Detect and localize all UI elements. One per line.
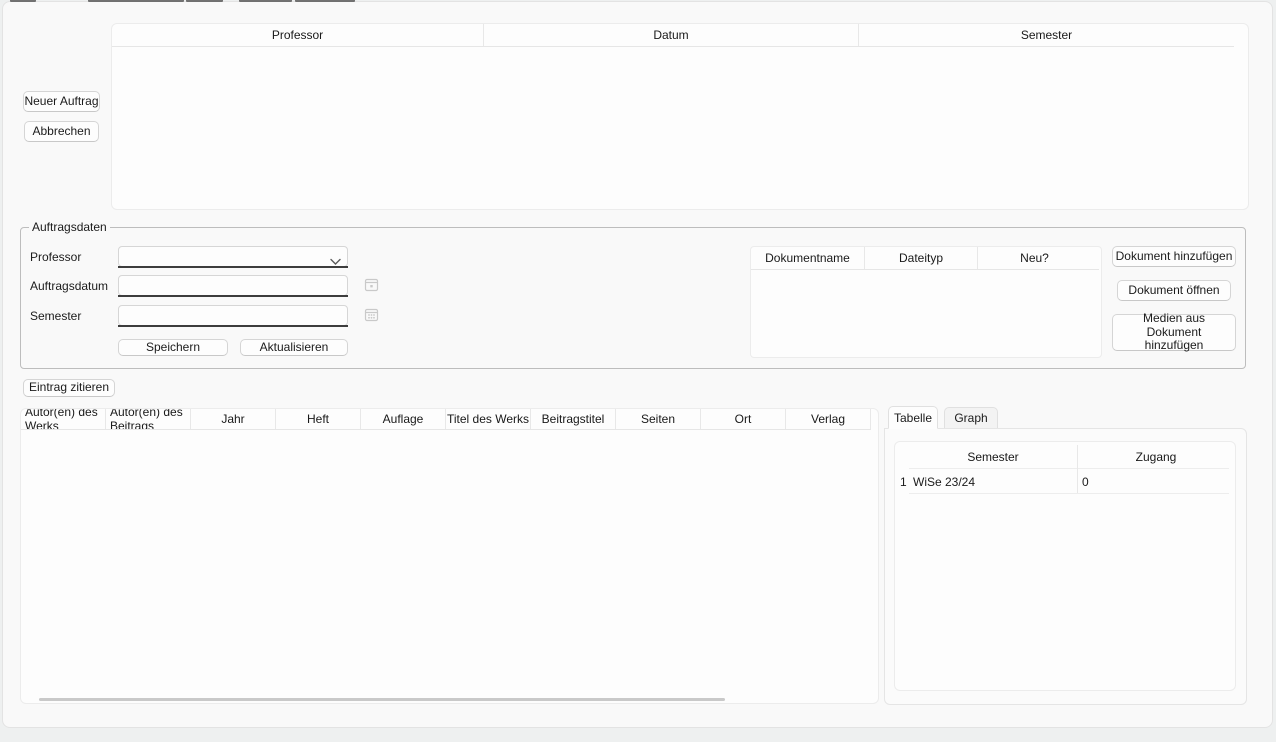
semester-stats-table[interactable]: Semester Zugang 1 WiSe 23/24 0 <box>894 441 1236 691</box>
documents-col-filetype[interactable]: Dateityp <box>865 247 978 269</box>
citations-col-publisher[interactable]: Verlag <box>786 409 871 429</box>
citations-col-work-title[interactable]: Titel des Werks <box>446 409 531 429</box>
citations-table-header: Autor(en) des Werks Autor(en) des Beitra… <box>21 409 871 430</box>
stats-row-zugang[interactable]: 0 <box>1082 475 1089 489</box>
top-tab-remnant <box>10 0 36 2</box>
professor-underline <box>118 266 348 268</box>
citations-col-work-authors[interactable]: Autor(en) des Werks <box>21 409 106 429</box>
citations-col-year[interactable]: Jahr <box>191 409 276 429</box>
citations-col-issue[interactable]: Heft <box>276 409 361 429</box>
stats-panel: Semester Zugang 1 WiSe 23/24 0 <box>884 428 1247 705</box>
semester-input-field[interactable] <box>123 306 327 325</box>
professor-label: Professor <box>30 250 81 264</box>
cancel-button[interactable]: Abbrechen <box>24 121 99 142</box>
top-tab-remnant <box>88 0 184 2</box>
calendar-grid-icon <box>364 307 379 327</box>
citations-col-edition[interactable]: Auflage <box>361 409 446 429</box>
citations-col-place[interactable]: Ort <box>701 409 786 429</box>
semester-underline <box>118 325 348 327</box>
professor-combobox[interactable] <box>118 246 348 267</box>
new-order-button[interactable]: Neuer Auftrag <box>23 91 100 112</box>
stats-col-zugang[interactable]: Zugang <box>1077 445 1235 468</box>
stats-header-divider <box>909 468 1229 469</box>
semester-label: Semester <box>30 309 81 323</box>
orders-table-header: Professor Datum Semester <box>112 24 1234 47</box>
cite-entry-button[interactable]: Eintrag zitieren <box>23 379 115 397</box>
tab-graph[interactable]: Graph <box>944 407 998 429</box>
professor-combobox-input[interactable] <box>123 247 327 266</box>
order-date-underline <box>118 295 348 297</box>
order-date-input-field[interactable] <box>123 276 327 295</box>
documents-col-name[interactable]: Dokumentname <box>751 247 865 269</box>
open-document-button[interactable]: Dokument öffnen <box>1117 280 1231 301</box>
documents-table-header: Dokumentname Dateityp Neu? <box>751 247 1099 270</box>
chevron-down-icon[interactable] <box>330 253 341 271</box>
documents-table[interactable]: Dokumentname Dateityp Neu? <box>750 246 1102 358</box>
order-date-input[interactable] <box>118 275 348 296</box>
citations-col-pages[interactable]: Seiten <box>616 409 701 429</box>
semester-input[interactable] <box>118 305 348 326</box>
citations-col-contribution-authors[interactable]: Autor(en) des Beitrags <box>106 409 191 429</box>
row-index: 1 <box>900 475 907 489</box>
citations-col-contribution-title[interactable]: Beitragstitel <box>531 409 616 429</box>
citations-table[interactable]: Autor(en) des Werks Autor(en) des Beitra… <box>20 408 879 704</box>
app-root: Professor Datum Semester Neuer Auftrag A… <box>0 0 1276 742</box>
orders-col-professor[interactable]: Professor <box>112 24 484 46</box>
orders-table[interactable]: Professor Datum Semester <box>111 23 1249 210</box>
stats-row-semester[interactable]: WiSe 23/24 <box>913 475 975 489</box>
stats-col-semester[interactable]: Semester <box>909 445 1077 468</box>
top-tab-remnant <box>186 0 223 2</box>
save-button[interactable]: Speichern <box>118 339 228 356</box>
top-tab-remnant <box>295 0 355 2</box>
orders-col-semester[interactable]: Semester <box>859 24 1234 46</box>
groupbox-title: Auftragsdaten <box>29 220 110 234</box>
calendar-day-icon <box>364 277 379 297</box>
add-media-from-document-button[interactable]: Medien aus Dokument hinzufügen <box>1112 314 1236 351</box>
stats-row-divider <box>909 493 1229 494</box>
horizontal-scrollbar[interactable] <box>39 698 725 701</box>
stats-column-divider <box>1077 445 1078 493</box>
tab-tabelle[interactable]: Tabelle <box>888 406 938 429</box>
refresh-button[interactable]: Aktualisieren <box>240 339 348 356</box>
top-tab-remnant <box>239 0 292 2</box>
documents-col-new[interactable]: Neu? <box>978 247 1091 269</box>
add-document-button[interactable]: Dokument hinzufügen <box>1112 246 1236 267</box>
orders-col-datum[interactable]: Datum <box>484 24 859 46</box>
order-date-label: Auftragsdatum <box>30 279 108 293</box>
